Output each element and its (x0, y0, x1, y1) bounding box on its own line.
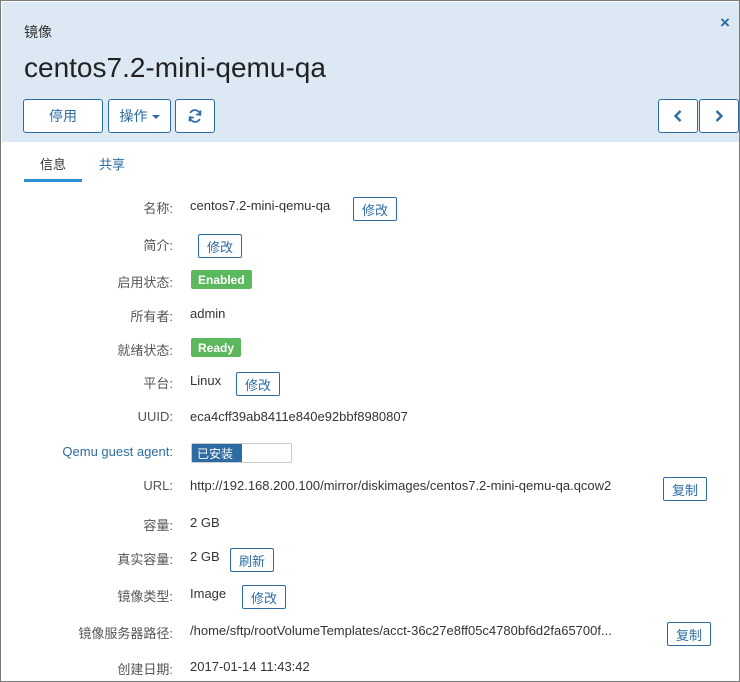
refresh-button[interactable] (175, 99, 215, 133)
description-label: 简介: (143, 238, 173, 253)
actions-dropdown-button[interactable]: 操作 (108, 99, 171, 133)
copy-url-button[interactable]: 复制 (663, 477, 707, 501)
close-icon[interactable]: × (720, 14, 730, 31)
edit-description-button[interactable]: 修改 (198, 234, 242, 258)
panel-subtitle: 镜像 (24, 24, 52, 40)
url-label: URL: (143, 478, 173, 493)
actions-button-label: 操作 (119, 108, 148, 124)
uuid-label: UUID: (137, 409, 173, 424)
edit-image-type-button[interactable]: 修改 (242, 585, 286, 609)
actual-size-value: 2 GB (190, 549, 220, 564)
image-type-label: 镜像类型: (117, 589, 173, 604)
enable-state-label: 启用状态: (117, 275, 173, 290)
ready-state-label: 就绪状态: (117, 343, 173, 358)
owner-value: admin (190, 306, 226, 321)
qemu-agent-toggle[interactable]: 已安装 (191, 443, 292, 463)
server-path-value: /home/sftp/rootVolumeTemplates/acct-36c2… (190, 623, 612, 638)
image-type-value: Image (190, 586, 227, 601)
tab-share[interactable]: 共享 (99, 154, 125, 173)
chevron-left-icon (673, 110, 682, 122)
qemu-agent-toggle-on: 已安装 (192, 444, 242, 462)
created-date-label: 创建日期: (117, 662, 173, 677)
platform-label: 平台: (143, 376, 173, 391)
edit-platform-button[interactable]: 修改 (236, 372, 280, 396)
qemu-agent-label[interactable]: Qemu guest agent: (62, 444, 173, 459)
ready-badge: Ready (191, 338, 242, 357)
size-label: 容量: (143, 518, 173, 533)
copy-server-path-button[interactable]: 复制 (667, 622, 711, 646)
owner-label: 所有者: (130, 309, 173, 324)
next-button[interactable] (699, 99, 739, 133)
disable-button-label: 停用 (49, 108, 77, 124)
uuid-value: eca4cff39ab8411e840e92bbf8980807 (190, 409, 408, 424)
chevron-right-icon (715, 110, 724, 122)
refresh-size-button[interactable]: 刷新 (230, 548, 274, 572)
platform-value: Linux (190, 373, 222, 388)
created-date-value: 2017-01-14 11:43:42 (190, 659, 310, 674)
panel-header: 镜像 × centos7.2-mini-qemu-qa 停用 操作 (2, 2, 739, 142)
disable-button[interactable]: 停用 (23, 99, 103, 133)
size-value: 2 GB (190, 515, 220, 530)
server-path-label: 镜像服务器路径: (78, 626, 173, 641)
active-tab-indicator (24, 179, 82, 182)
previous-button[interactable] (658, 99, 698, 133)
url-value: http://192.168.200.100/mirror/diskimages… (190, 478, 612, 493)
refresh-icon (188, 109, 202, 123)
name-value: centos7.2-mini-qemu-qa (190, 198, 331, 213)
actual-size-label: 真实容量: (117, 552, 173, 567)
enabled-badge: Enabled (191, 270, 252, 289)
image-detail-panel: 镜像 × centos7.2-mini-qemu-qa 停用 操作 信息 共享 … (0, 0, 740, 682)
tab-info[interactable]: 信息 (24, 154, 82, 173)
name-label: 名称: (143, 201, 173, 216)
page-title: centos7.2-mini-qemu-qa (24, 52, 326, 83)
edit-name-button[interactable]: 修改 (353, 197, 397, 221)
caret-down-icon (151, 115, 160, 119)
tab-bar: 信息 共享 (2, 142, 739, 186)
